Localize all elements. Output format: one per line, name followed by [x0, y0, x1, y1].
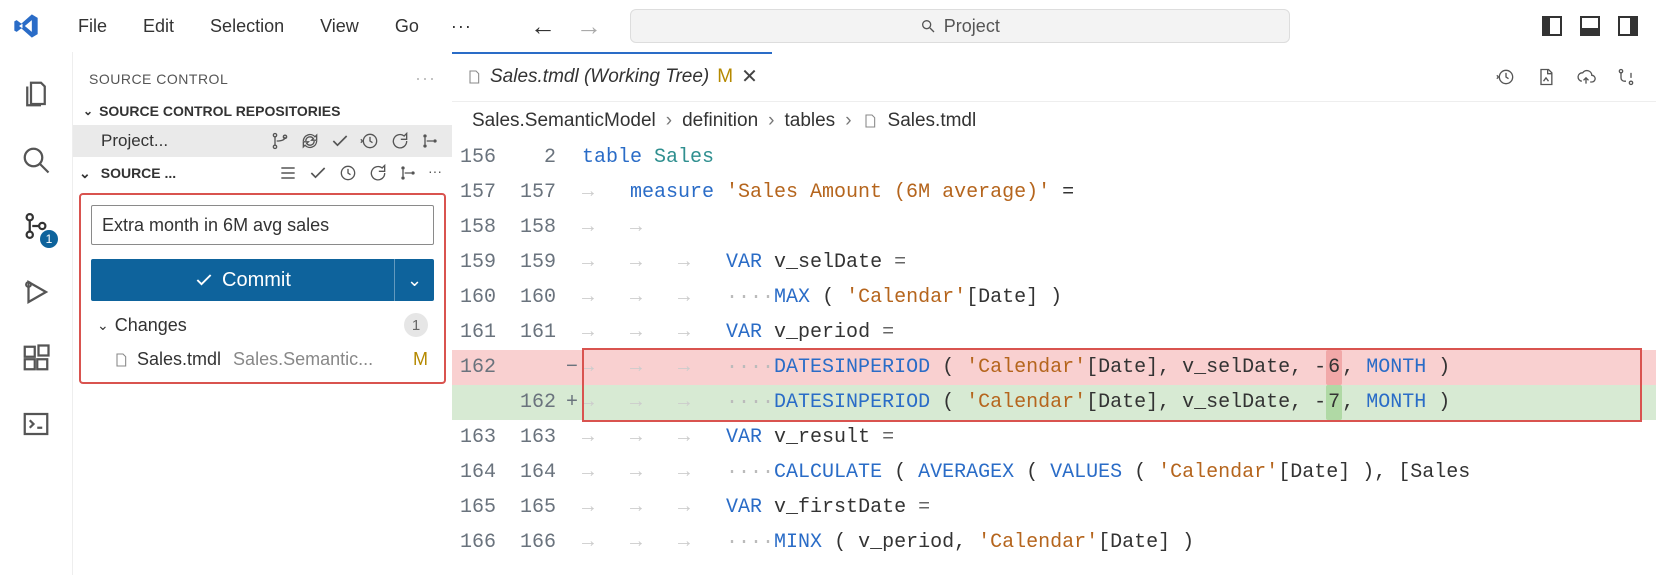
changed-file-status: M [413, 349, 428, 370]
breadcrumb-item[interactable]: Sales.tmdl [888, 110, 977, 132]
changes-count-badge: 1 [404, 313, 428, 337]
source-control-icon[interactable]: 1 [18, 208, 54, 244]
sc-section-label: SOURCE ... [101, 165, 176, 181]
tab-label: Sales.tmdl (Working Tree) [490, 66, 709, 88]
check-icon[interactable] [308, 163, 328, 183]
code-line[interactable]: 159159→ → → VAR v_selDate = [452, 245, 1656, 280]
extensions-icon[interactable] [18, 340, 54, 376]
menu-edit[interactable]: Edit [129, 10, 188, 43]
code-line[interactable]: 165165→ → → VAR v_firstDate = [452, 490, 1656, 525]
search-activity-icon[interactable] [18, 142, 54, 178]
sidebar-more-icon[interactable]: ··· [415, 68, 436, 89]
breadcrumb[interactable]: Sales.SemanticModel › definition › table… [452, 102, 1656, 140]
commit-area-highlight: Commit ⌄ ⌄ Changes 1 Sales.tmdl Sales.Se… [79, 193, 446, 384]
layout-right-icon[interactable] [1618, 16, 1638, 36]
commit-dropdown-button[interactable]: ⌄ [394, 259, 434, 301]
app-logo-icon [8, 8, 44, 44]
repos-section-header[interactable]: ⌄ SOURCE CONTROL REPOSITORIES [73, 97, 452, 125]
menubar: File Edit Selection View Go ··· ← → Proj… [0, 0, 1656, 52]
history-icon[interactable] [360, 131, 380, 151]
chevron-down-icon: ⌄ [97, 317, 109, 334]
changed-file-item[interactable]: Sales.tmdl Sales.Semantic... M [91, 343, 434, 376]
source-control-sidebar: SOURCE CONTROL ··· ⌄ SOURCE CONTROL REPO… [72, 52, 452, 575]
chevron-right-icon: › [666, 110, 672, 132]
tab-sales-tmdl[interactable]: Sales.tmdl (Working Tree) M ✕ [452, 52, 772, 101]
history-icon[interactable] [338, 163, 358, 183]
breadcrumb-item[interactable]: tables [784, 110, 835, 132]
refresh-icon[interactable] [390, 131, 410, 151]
menu-selection[interactable]: Selection [196, 10, 298, 43]
code-line[interactable]: 166166→ → → ····MINX ( v_period, 'Calend… [452, 525, 1656, 560]
menu-overflow-icon[interactable]: ··· [441, 16, 482, 37]
command-center[interactable]: Project [630, 9, 1290, 43]
code-line[interactable]: 1562table Sales [452, 140, 1656, 175]
refresh-icon[interactable] [368, 163, 388, 183]
repo-label: Project... [101, 131, 168, 151]
sidebar-title: SOURCE CONTROL [89, 71, 228, 87]
layout-bottom-icon[interactable] [1580, 16, 1600, 36]
open-file-icon[interactable] [1536, 67, 1556, 87]
commit-button-label: Commit [222, 269, 291, 292]
cloud-upload-icon[interactable] [1576, 67, 1596, 87]
scm-badge: 1 [40, 230, 58, 248]
activity-bar: 1 [0, 52, 72, 575]
run-debug-icon[interactable] [18, 274, 54, 310]
graph-icon[interactable] [398, 163, 418, 183]
code-line[interactable]: 161161→ → → VAR v_period = [452, 315, 1656, 350]
code-line[interactable]: 160160→ → → ····MAX ( 'Calendar'[Date] ) [452, 280, 1656, 315]
repos-header-label: SOURCE CONTROL REPOSITORIES [99, 103, 340, 119]
branch-icon[interactable] [270, 131, 290, 151]
terminal-icon[interactable] [18, 406, 54, 442]
editor-pane: Sales.tmdl (Working Tree) M ✕ Sales.Sema… [452, 52, 1656, 575]
sync-icon[interactable] [300, 131, 320, 151]
code-line[interactable]: 157157→ measure 'Sales Amount (6M averag… [452, 175, 1656, 210]
chevron-right-icon: › [845, 110, 851, 132]
chevron-down-icon: ⌄ [79, 165, 91, 182]
chevron-right-icon: › [768, 110, 774, 132]
nav-back-icon[interactable]: ← [530, 11, 556, 42]
diff-highlight-outline [582, 348, 1642, 422]
menu-go[interactable]: Go [381, 10, 433, 43]
command-center-label: Project [944, 16, 1000, 37]
menu-view[interactable]: View [306, 10, 373, 43]
check-icon [194, 270, 214, 290]
changed-file-hint: Sales.Semantic... [233, 349, 373, 370]
nav-forward-icon[interactable]: → [576, 11, 602, 42]
menu-file[interactable]: File [64, 10, 121, 43]
check-icon[interactable] [330, 131, 350, 151]
file-icon [466, 69, 482, 85]
changed-file-label: Sales.tmdl [137, 349, 221, 370]
source-control-section-header[interactable]: ⌄ SOURCE ... ··· [73, 157, 452, 189]
commit-message-input[interactable] [91, 205, 434, 245]
file-icon [113, 352, 129, 368]
code-editor[interactable]: 1562table Sales157157→ measure 'Sales Am… [452, 140, 1656, 575]
code-line[interactable]: 158158→ → [452, 210, 1656, 245]
search-icon [920, 18, 936, 34]
timeline-icon[interactable] [1496, 67, 1516, 87]
code-line[interactable]: 163163→ → → VAR v_result = [452, 420, 1656, 455]
file-icon [862, 113, 878, 129]
breadcrumb-item[interactable]: Sales.SemanticModel [472, 110, 656, 132]
repo-row[interactable]: Project... [73, 125, 452, 157]
tree-view-icon[interactable] [278, 163, 298, 183]
graph-icon[interactable] [420, 131, 440, 151]
git-compare-icon[interactable] [1616, 67, 1636, 87]
breadcrumb-item[interactable]: definition [682, 110, 758, 132]
close-icon[interactable]: ✕ [741, 64, 758, 89]
tab-modified-indicator: M [717, 66, 733, 88]
layout-left-icon[interactable] [1542, 16, 1562, 36]
chevron-down-icon: ⌄ [83, 104, 93, 118]
changes-header[interactable]: ⌄ Changes 1 [91, 301, 434, 343]
changes-label: Changes [115, 315, 187, 336]
explorer-icon[interactable] [18, 76, 54, 112]
code-line[interactable]: 164164→ → → ····CALCULATE ( AVERAGEX ( V… [452, 455, 1656, 490]
tab-row: Sales.tmdl (Working Tree) M ✕ [452, 52, 1656, 102]
commit-button[interactable]: Commit [91, 259, 394, 301]
more-icon[interactable]: ··· [428, 163, 442, 183]
